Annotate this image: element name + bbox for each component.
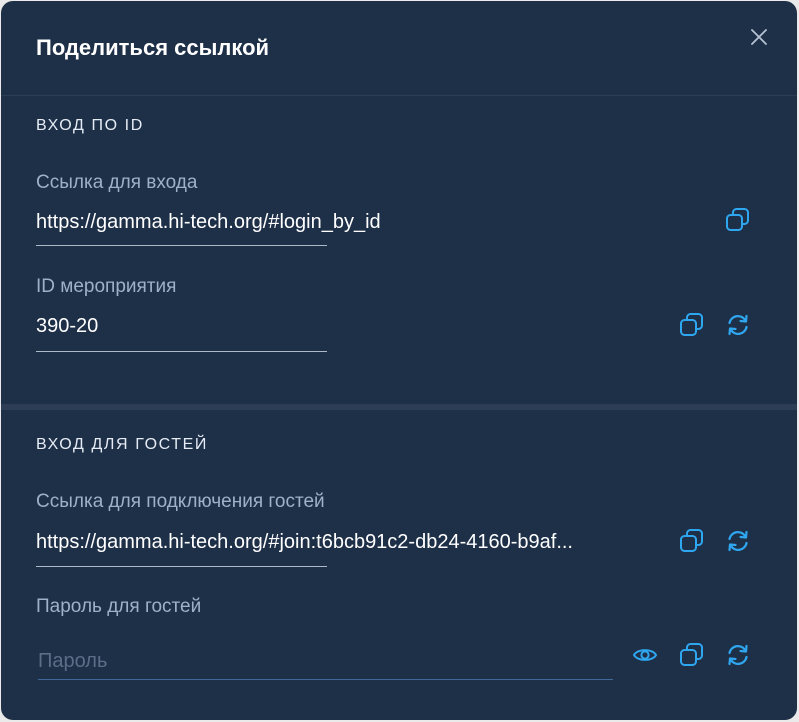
refresh-icon[interactable]	[725, 642, 751, 668]
copy-icon[interactable]	[725, 207, 751, 233]
close-icon[interactable]	[749, 27, 769, 47]
share-link-dialog: Поделиться ссылкой ВХОД ПО ID Ссылка для…	[1, 1, 797, 720]
refresh-icon[interactable]	[725, 312, 751, 338]
guest-link-label: Ссылка для подключения гостей	[36, 491, 325, 512]
refresh-icon[interactable]	[725, 528, 751, 554]
event-id-underline	[36, 351, 327, 352]
section-title-login-by-id: ВХОД ПО ID	[36, 117, 144, 134]
event-id-label: ID мероприятия	[36, 276, 177, 297]
login-link-underline	[36, 245, 327, 246]
guest-password-input[interactable]	[38, 643, 613, 680]
copy-icon[interactable]	[679, 528, 705, 554]
section-divider	[1, 404, 797, 410]
event-id-value: 390-20	[36, 315, 99, 337]
guest-link-value: https://gamma.hi-tech.org/#join:t6bcb91c…	[36, 531, 573, 553]
guest-link-underline	[36, 566, 327, 567]
eye-icon[interactable]	[632, 642, 658, 668]
copy-icon[interactable]	[679, 312, 705, 338]
guest-password-label: Пароль для гостей	[36, 596, 202, 617]
login-link-value: https://gamma.hi-tech.org/#login_by_id	[36, 211, 381, 233]
copy-icon[interactable]	[679, 642, 705, 668]
login-link-label: Ссылка для входа	[36, 172, 198, 193]
dialog-title: Поделиться ссылкой	[36, 35, 270, 60]
dialog-header: Поделиться ссылкой	[1, 1, 797, 96]
section-title-guest-access: ВХОД ДЛЯ ГОСТЕЙ	[36, 436, 208, 453]
